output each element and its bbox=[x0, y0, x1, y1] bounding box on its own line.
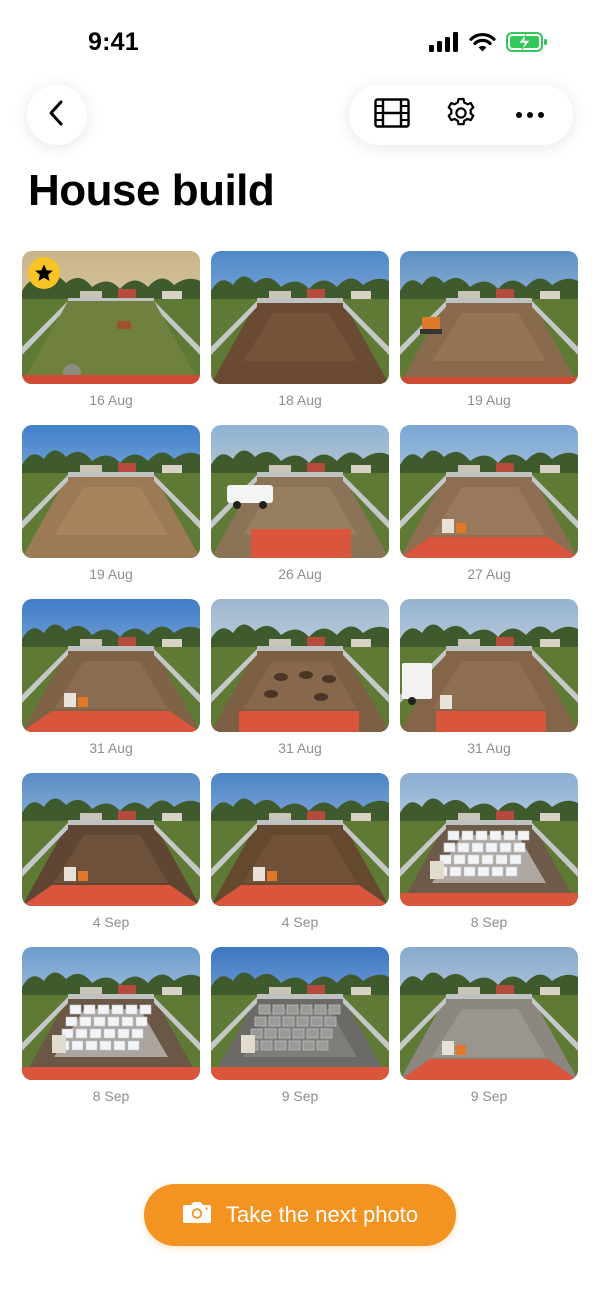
photo-thumbnail[interactable] bbox=[211, 947, 389, 1080]
photo-thumbnail[interactable] bbox=[211, 425, 389, 558]
photo-date: 31 Aug bbox=[89, 740, 133, 756]
status-icons bbox=[429, 31, 548, 53]
header-toolbar bbox=[349, 85, 573, 145]
photo-date: 8 Sep bbox=[470, 914, 508, 930]
photo-cell[interactable]: 16 Aug bbox=[22, 251, 200, 425]
photo-date: 31 Aug bbox=[467, 740, 511, 756]
photo-date: 19 Aug bbox=[89, 566, 133, 582]
photo-thumbnail[interactable] bbox=[400, 599, 578, 732]
photo-thumbnail[interactable] bbox=[22, 599, 200, 732]
photo-date: 9 Sep bbox=[281, 1088, 319, 1104]
take-next-photo-button[interactable]: Take the next photo bbox=[144, 1184, 456, 1246]
ellipsis-icon bbox=[515, 106, 545, 124]
photo-cell[interactable]: 9 Sep bbox=[400, 947, 578, 1121]
photo-cell[interactable]: 9 Sep bbox=[211, 947, 389, 1121]
camera-icon bbox=[182, 1200, 212, 1230]
photo-date: 16 Aug bbox=[89, 392, 133, 408]
photo-cell[interactable]: 19 Aug bbox=[400, 251, 578, 425]
photo-thumbnail[interactable] bbox=[400, 947, 578, 1080]
status-bar: 9:41 bbox=[0, 0, 600, 88]
wifi-icon bbox=[469, 32, 496, 52]
photo-date: 9 Sep bbox=[470, 1088, 508, 1104]
page-title: House build bbox=[28, 166, 275, 215]
more-button[interactable] bbox=[502, 87, 558, 143]
chevron-left-icon bbox=[46, 98, 68, 133]
photo-cell[interactable]: 27 Aug bbox=[400, 425, 578, 599]
back-button[interactable] bbox=[27, 85, 87, 145]
photo-date: 19 Aug bbox=[467, 392, 511, 408]
timelapse-button[interactable] bbox=[364, 87, 420, 143]
take-next-photo-label: Take the next photo bbox=[225, 1202, 419, 1227]
photo-cell[interactable]: 31 Aug bbox=[400, 599, 578, 773]
photo-thumbnail[interactable] bbox=[211, 251, 389, 384]
photo-cell[interactable]: 8 Sep bbox=[400, 773, 578, 947]
photo-thumbnail[interactable] bbox=[22, 773, 200, 906]
photo-thumbnail[interactable] bbox=[22, 251, 200, 384]
photo-date: 31 Aug bbox=[278, 740, 322, 756]
photo-cell[interactable]: 18 Aug bbox=[211, 251, 389, 425]
photo-thumbnail[interactable] bbox=[211, 599, 389, 732]
photo-date: 4 Sep bbox=[281, 914, 319, 930]
photo-thumbnail[interactable] bbox=[400, 773, 578, 906]
photo-date: 4 Sep bbox=[92, 914, 130, 930]
photo-thumbnail[interactable] bbox=[400, 425, 578, 558]
battery-charging-icon bbox=[506, 31, 548, 53]
photo-cell[interactable]: 4 Sep bbox=[22, 773, 200, 947]
photo-thumbnail[interactable] bbox=[22, 947, 200, 1080]
cellular-signal-icon bbox=[429, 32, 459, 52]
star-icon bbox=[34, 263, 54, 283]
photo-cell[interactable]: 4 Sep bbox=[211, 773, 389, 947]
photo-thumbnail[interactable] bbox=[211, 773, 389, 906]
photo-cell[interactable]: 31 Aug bbox=[22, 599, 200, 773]
photo-cell[interactable]: 31 Aug bbox=[211, 599, 389, 773]
photo-date: 8 Sep bbox=[92, 1088, 130, 1104]
photo-cell[interactable]: 19 Aug bbox=[22, 425, 200, 599]
film-icon bbox=[373, 97, 410, 133]
photo-date: 27 Aug bbox=[467, 566, 511, 582]
settings-button[interactable] bbox=[433, 87, 489, 143]
photo-cell[interactable]: 8 Sep bbox=[22, 947, 200, 1121]
photo-date: 26 Aug bbox=[278, 566, 322, 582]
photo-date: 18 Aug bbox=[278, 392, 322, 408]
photo-grid: 16 Aug 18 Aug 19 Aug 19 Aug 26 Aug 27 Aug 31 A… bbox=[22, 251, 578, 1121]
photo-thumbnail[interactable] bbox=[22, 425, 200, 558]
gear-icon bbox=[445, 97, 477, 134]
photo-cell[interactable]: 26 Aug bbox=[211, 425, 389, 599]
photo-thumbnail[interactable] bbox=[400, 251, 578, 384]
favorite-badge bbox=[28, 257, 60, 289]
status-time: 9:41 bbox=[88, 28, 139, 56]
